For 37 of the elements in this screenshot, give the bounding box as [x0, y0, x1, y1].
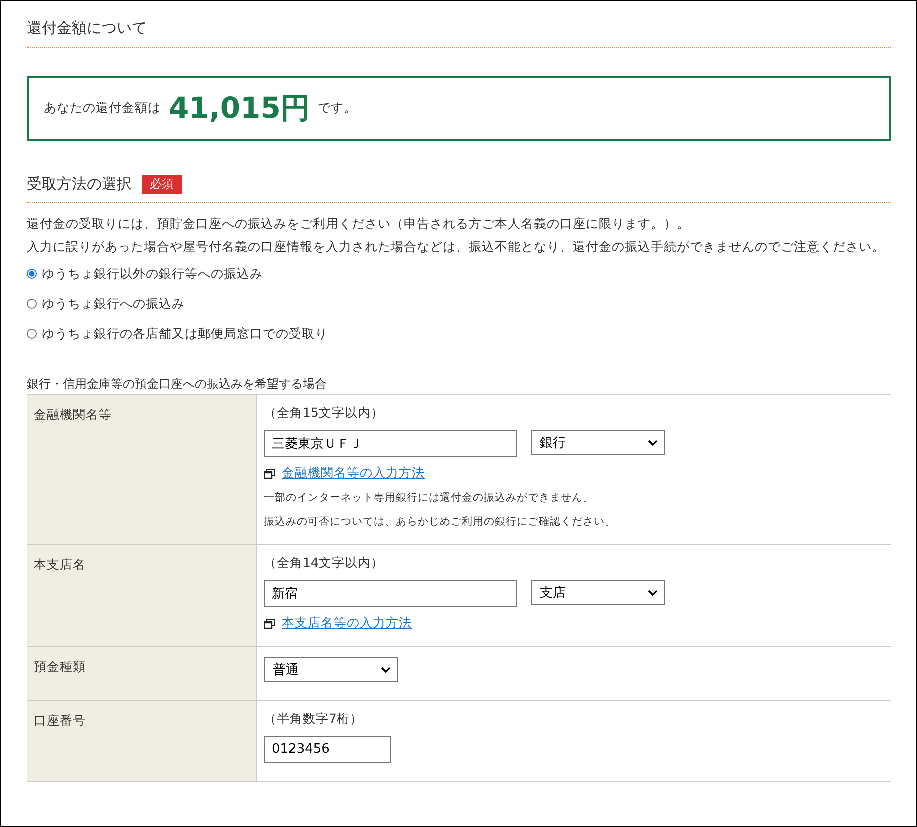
new-window-icon: [264, 618, 275, 628]
radio-option[interactable]: ゆうちょ銀行以外の銀行等への振込み: [27, 264, 263, 284]
note-text: 一部のインターネット専用銀行には還付金の振込みができません。: [264, 491, 595, 506]
chevron-down-icon: [648, 590, 658, 596]
field-label: 本支店名: [34, 557, 86, 572]
chevron-down-icon: [381, 666, 391, 672]
text-field[interactable]: 0123456: [264, 736, 391, 763]
table-caption: 銀行・信用金庫等の預金口座への振込みを希望する場合: [27, 376, 328, 393]
field-label: 口座番号: [34, 713, 86, 728]
new-window-icon: [264, 468, 275, 478]
dropdown[interactable]: 銀行: [531, 430, 665, 455]
section-heading: 還付金額について: [27, 15, 891, 48]
field-hint: （半角数字7桁）: [264, 711, 364, 728]
field-label: 預金種類: [34, 659, 86, 674]
refund-label: あなたの還付金額は: [44, 100, 161, 117]
dropdown[interactable]: 普通: [264, 657, 398, 682]
radio-button[interactable]: [27, 269, 37, 279]
text-field[interactable]: 三菱東京ＵＦＪ: [264, 430, 517, 457]
refund-suffix: です。: [318, 100, 357, 117]
text-field[interactable]: 新宿: [264, 580, 517, 607]
note-text: 振込みの可否については、あらかじめご利用の銀行にご確認ください。: [264, 515, 617, 530]
field-hint: （全角14文字以内）: [264, 555, 385, 572]
dropdown[interactable]: 支店: [531, 580, 665, 605]
section-heading: 受取方法の選択: [27, 175, 132, 194]
notice-text: 入力に誤りがあった場合や屋号付名義の口座情報を入力された場合などは、振込不能となり、還付金の振込手続ができませんのでご注意ください。: [27, 238, 886, 256]
radio-option[interactable]: ゆうちょ銀行の各店舗又は郵便局窓口での受取り: [27, 324, 328, 344]
help-link[interactable]: 金融機関名等の入力方法: [282, 465, 425, 482]
radio-option[interactable]: ゆうちょ銀行への振込み: [27, 294, 185, 314]
radio-button[interactable]: [27, 299, 37, 309]
required-badge: 必須: [142, 175, 182, 194]
field-label: 金融機関名等: [34, 407, 112, 422]
help-link[interactable]: 本支店名等の入力方法: [282, 615, 412, 632]
refund-amount: 41,015円: [169, 90, 310, 126]
notice-text: 還付金の受取りには、預貯金口座への振込みをご利用ください（申告される方ご本人名義の口座に限ります。）。: [27, 215, 691, 233]
field-hint: （全角15文字以内）: [264, 405, 385, 422]
radio-button[interactable]: [27, 329, 37, 339]
chevron-down-icon: [648, 440, 658, 446]
